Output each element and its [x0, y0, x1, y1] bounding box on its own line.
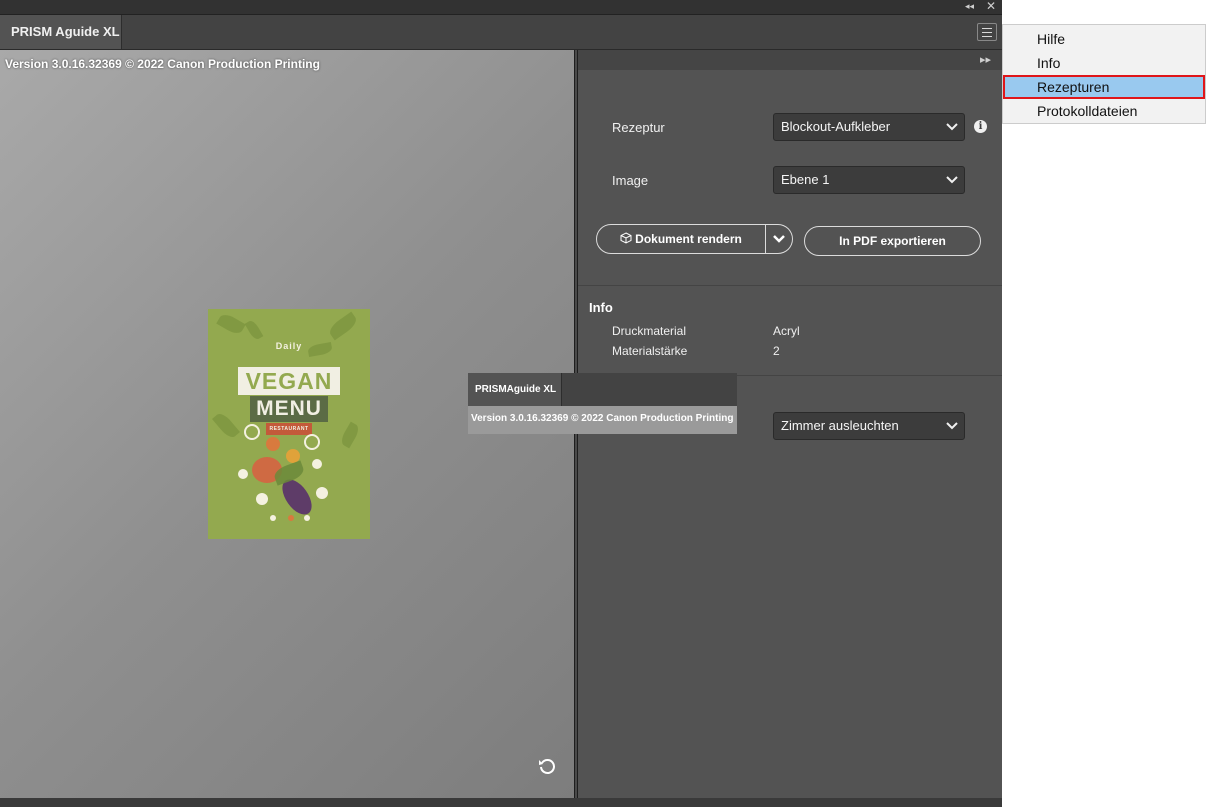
info-value-material: Acryl — [773, 324, 800, 338]
chevron-down-icon — [946, 176, 958, 184]
panel-top-bar: ◂◂ ✕ — [0, 0, 1002, 15]
dragged-panel-ghost[interactable]: PRISMAguide XL Version 3.0.16.32369 © 20… — [468, 373, 737, 434]
menu-item-hilfe[interactable]: Hilfe — [1003, 27, 1205, 51]
rezeptur-dropdown[interactable]: Blockout-Aufkleber — [773, 113, 965, 141]
section-divider — [578, 285, 1002, 286]
render-button-label: Dokument rendern — [635, 232, 742, 246]
rezeptur-value: Blockout-Aufkleber — [781, 119, 891, 134]
cube-icon — [620, 232, 632, 244]
chevron-down-icon — [946, 422, 958, 430]
collapse-icon[interactable]: ◂◂ — [965, 0, 974, 13]
tab-bar: PRISM Aguide XL — [0, 15, 1002, 50]
poster-small-text: Daily — [275, 341, 303, 351]
lighting-dropdown[interactable]: Zimmer ausleuchten — [773, 412, 965, 440]
flyout-menu: Hilfe Info Rezepturen Protokolldateien — [1002, 24, 1206, 124]
menu-item-rezepturen[interactable]: Rezepturen — [1003, 75, 1205, 99]
chevron-down-icon — [773, 235, 785, 243]
info-icon[interactable]: i — [974, 120, 987, 133]
tab-prism-aguide[interactable]: PRISM Aguide XL — [0, 15, 122, 49]
info-section-title: Info — [589, 300, 613, 315]
ghost-tab-title: PRISMAguide XL — [468, 373, 562, 406]
close-icon[interactable]: ✕ — [986, 0, 996, 13]
chevron-down-icon — [946, 123, 958, 131]
menu-item-info[interactable]: Info — [1003, 51, 1205, 75]
refresh-icon[interactable] — [537, 756, 557, 776]
image-dropdown[interactable]: Ebene 1 — [773, 166, 965, 194]
info-label-thickness: Materialstärke — [612, 344, 688, 358]
panel-bottom-bar — [0, 798, 1002, 807]
expand-icon[interactable]: ▸▸ — [980, 53, 991, 66]
render-document-button[interactable]: Dokument rendern — [596, 224, 766, 254]
poster-tag: RESTAURANT — [266, 423, 312, 435]
render-options-button[interactable] — [766, 224, 793, 254]
ghost-version-text: Version 3.0.16.32369 © 2022 Canon Produc… — [468, 406, 737, 434]
rezeptur-label: Rezeptur — [612, 120, 665, 135]
version-text: Version 3.0.16.32369 © 2022 Canon Produc… — [5, 57, 320, 71]
poster-headline-menu: MENU — [250, 396, 328, 422]
ghost-tab-bar: PRISMAguide XL — [468, 373, 737, 406]
lighting-value: Zimmer ausleuchten — [781, 418, 899, 433]
image-value: Ebene 1 — [781, 172, 830, 187]
menu-item-protokolldateien[interactable]: Protokolldateien — [1003, 99, 1205, 123]
export-pdf-button[interactable]: In PDF exportieren — [804, 226, 981, 256]
info-label-material: Druckmaterial — [612, 324, 687, 338]
poster-headline-vegan: VEGAN — [238, 367, 340, 395]
settings-header: ▸▸ — [578, 50, 1002, 70]
panel-menu-button[interactable] — [977, 23, 997, 41]
info-value-thickness: 2 — [773, 344, 780, 358]
image-label: Image — [612, 173, 649, 188]
poster-preview: Daily VEGAN MENU RESTAURANT — [208, 309, 370, 539]
